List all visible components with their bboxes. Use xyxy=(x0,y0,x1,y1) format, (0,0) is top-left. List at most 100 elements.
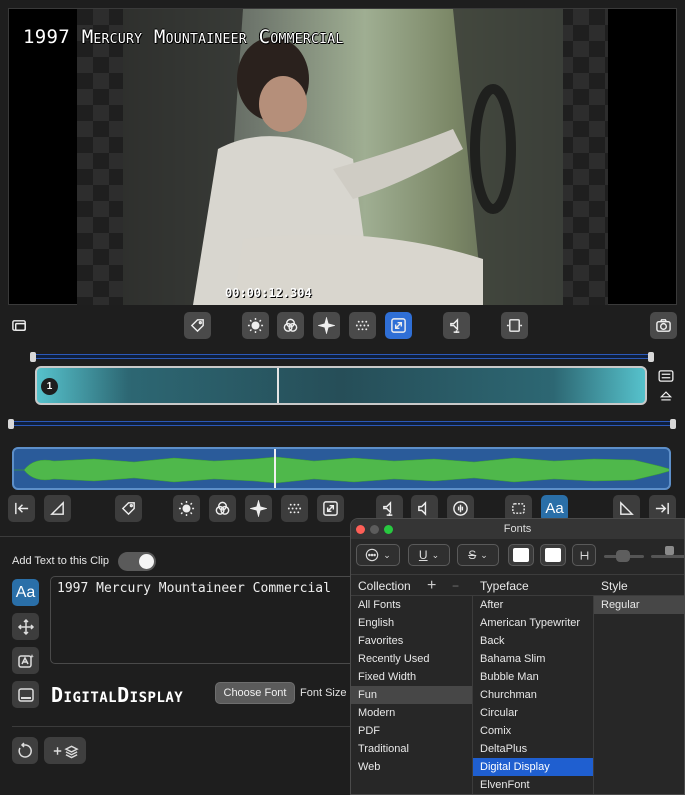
collection-item[interactable]: All Fonts xyxy=(351,596,472,614)
collection-item[interactable]: Modern xyxy=(351,704,472,722)
noise-button-2[interactable] xyxy=(281,495,308,522)
brightness-button-2[interactable] xyxy=(173,495,200,522)
typeface-item[interactable]: Digital Display xyxy=(473,758,593,776)
fit-button-2[interactable] xyxy=(317,495,344,522)
typeface-list[interactable]: After American Typewriter Back Bahama Slim B… xyxy=(473,596,594,794)
text-icon-label: Aa xyxy=(15,583,36,601)
typeface-item[interactable]: DeltaPlus xyxy=(473,740,593,758)
collection-item[interactable]: Traditional xyxy=(351,740,472,758)
move-text-button[interactable] xyxy=(12,613,39,640)
text-background-button[interactable] xyxy=(12,681,39,708)
strikethrough-menu[interactable]: S ⌄ xyxy=(457,544,499,566)
style-item[interactable]: Regular xyxy=(594,596,684,614)
noise-icon xyxy=(287,503,302,514)
typeface-item[interactable]: Bubble Man xyxy=(473,668,593,686)
clip-thumbnail-strip[interactable]: 1 xyxy=(35,366,647,405)
collection-item[interactable]: Favorites xyxy=(351,632,472,650)
fade-in-button[interactable] xyxy=(44,495,71,522)
reset-button[interactable] xyxy=(12,737,38,764)
collection-item[interactable]: Recently Used xyxy=(351,650,472,668)
clip-playhead[interactable] xyxy=(277,368,279,403)
film-trim-button[interactable] xyxy=(501,312,528,339)
audio-range-start-handle[interactable] xyxy=(8,419,14,429)
collection-item[interactable]: PDF xyxy=(351,722,472,740)
audio-range-rail[interactable] xyxy=(12,421,673,426)
audio-range-end-handle[interactable] xyxy=(670,419,676,429)
audio-split-button[interactable] xyxy=(443,312,470,339)
zoom-window-icon[interactable] xyxy=(384,525,393,534)
fonts-panel-title: Fonts xyxy=(351,519,684,539)
typeface-item[interactable]: Bahama Slim xyxy=(473,650,593,668)
pip-icon[interactable] xyxy=(6,312,33,339)
minimize-window-icon[interactable] xyxy=(370,525,379,534)
clip-range-end-handle[interactable] xyxy=(648,352,654,362)
color-button[interactable] xyxy=(277,312,304,339)
typeface-item[interactable]: ElvenFont xyxy=(473,776,593,794)
chevron-down-icon: ⌄ xyxy=(383,549,391,560)
color-button-2[interactable] xyxy=(209,495,236,522)
clip-range-start-handle[interactable] xyxy=(30,352,36,362)
collection-list[interactable]: All Fonts English Favorites Recently Used Fi… xyxy=(351,596,473,794)
typeface-item[interactable]: Churchman xyxy=(473,686,593,704)
background-color-swatch[interactable] xyxy=(540,544,566,566)
ellipsis-circle-icon xyxy=(365,548,379,562)
clip-text-field[interactable]: 1997 Mercury Mountaineer Commercial xyxy=(50,576,355,664)
collection-item[interactable]: Web xyxy=(351,758,472,776)
close-window-icon[interactable] xyxy=(356,525,365,534)
typeface-item[interactable]: Back xyxy=(473,632,593,650)
text-effects-button[interactable] xyxy=(12,647,39,674)
trim-start-button[interactable] xyxy=(8,495,35,522)
collection-item[interactable]: English xyxy=(351,614,472,632)
audio-playhead[interactable] xyxy=(274,449,276,488)
shadow-icon xyxy=(580,550,588,560)
audio-waveform[interactable] xyxy=(12,447,671,490)
brightness-icon xyxy=(178,500,195,517)
slider-knob[interactable] xyxy=(616,550,630,562)
tag-icon xyxy=(190,319,204,333)
choose-font-button[interactable]: Choose Font xyxy=(215,682,295,704)
shadow-blur-slider[interactable] xyxy=(651,546,684,558)
fit-button[interactable] xyxy=(385,312,412,339)
text-sparkle-icon xyxy=(17,653,34,668)
brightness-icon xyxy=(247,317,264,334)
clip-range-rail[interactable] xyxy=(33,354,651,359)
overlay-title-text: 1997 Mercury Mountaineer Commercial xyxy=(23,26,344,48)
tag-button[interactable] xyxy=(184,312,211,339)
underline-menu[interactable]: U ⌄ xyxy=(408,544,450,566)
shadow-opacity-slider[interactable] xyxy=(604,550,644,562)
slider-knob[interactable] xyxy=(665,546,674,555)
text-style-button[interactable]: Aa xyxy=(12,579,39,606)
tag-button-2[interactable] xyxy=(115,495,142,522)
brightness-button[interactable] xyxy=(242,312,269,339)
typeface-item[interactable]: American Typewriter xyxy=(473,614,593,632)
add-layer-button[interactable] xyxy=(44,737,86,764)
enhance-button-2[interactable] xyxy=(245,495,272,522)
collection-item[interactable]: Fun xyxy=(351,686,472,704)
sparkle-icon xyxy=(250,500,267,517)
clip-list-icon[interactable] xyxy=(655,368,677,384)
eject-icon[interactable] xyxy=(655,388,677,404)
collection-header: Collection xyxy=(358,579,411,593)
noise-button[interactable] xyxy=(349,312,376,339)
collection-item[interactable]: Fixed Width xyxy=(351,668,472,686)
shadow-toggle[interactable] xyxy=(572,544,596,566)
add-collection-button[interactable]: + xyxy=(427,577,436,595)
typeface-item[interactable]: Comix xyxy=(473,722,593,740)
fade-out-icon xyxy=(620,501,634,515)
video-preview[interactable]: 1997 Mercury Mountaineer Commercial 00:0… xyxy=(8,8,677,305)
enhance-button[interactable] xyxy=(313,312,340,339)
fonts-panel[interactable]: Fonts ⌄ U ⌄ S ⌄ Collection + − Typeface … xyxy=(350,518,685,795)
reset-icon xyxy=(18,741,32,758)
typeface-item[interactable]: After xyxy=(473,596,593,614)
snapshot-button[interactable] xyxy=(650,312,677,339)
text-color-swatch[interactable] xyxy=(508,544,534,566)
video-scene-image xyxy=(123,9,563,305)
underline-icon: U xyxy=(418,548,428,562)
text-effects-menu[interactable]: ⌄ xyxy=(356,544,400,566)
audio-split-icon xyxy=(383,501,393,517)
style-list[interactable]: Regular xyxy=(594,596,684,794)
add-text-toggle[interactable] xyxy=(118,552,156,571)
typeface-item[interactable]: Circular xyxy=(473,704,593,722)
strikethrough-icon: S xyxy=(468,548,477,562)
remove-collection-button[interactable]: − xyxy=(452,577,459,595)
